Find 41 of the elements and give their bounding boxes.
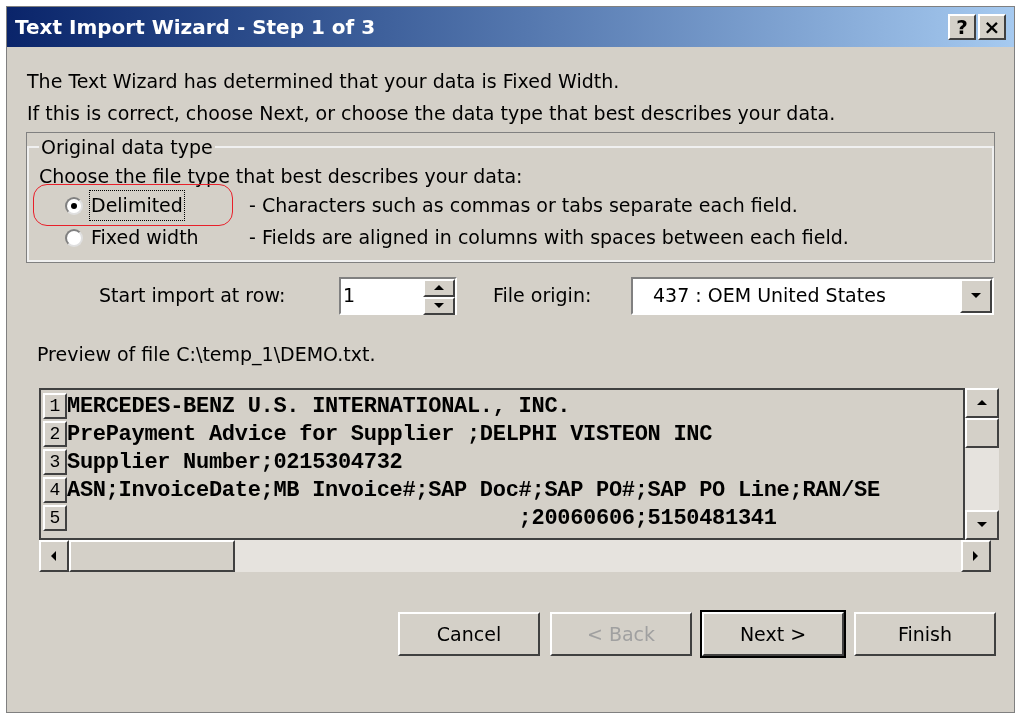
vertical-scrollbar[interactable]	[965, 388, 999, 540]
dialog-button[interactable]: Finish	[854, 612, 996, 656]
preview-line: ASN;InvoiceDate;MB Invoice#;SAP Doc#;SAP PO#;SAP PO Line;RAN/SE	[67, 476, 880, 505]
option-description: - Fields are aligned in columns with spaces between each field.	[248, 225, 849, 251]
preview-line: MERCEDES-BENZ U.S. INTERNATIONAL., INC.	[67, 392, 571, 421]
preview-label: Preview of file C:\temp_1\DEMO.txt.	[37, 341, 377, 368]
intro-text: The Text Wizard has determined that your data is Fixed Width.	[27, 69, 621, 94]
dialog-button[interactable]: Next >	[702, 612, 844, 656]
preview-line: ;20060606;5150481341	[517, 504, 777, 533]
intro-text: If this is correct, choose Next, or choose the data type that best describes your data.	[27, 101, 837, 126]
dropdown-button[interactable]	[960, 278, 992, 313]
line-number: 4	[43, 477, 67, 503]
group-legend: Original data type	[39, 133, 215, 162]
help-button[interactable]: ?	[948, 14, 976, 40]
spin-up-button[interactable]	[423, 278, 455, 297]
dialog-button[interactable]: Cancel	[398, 612, 540, 656]
radio-label[interactable]: Delimited	[89, 190, 185, 221]
scroll-left-button[interactable]	[39, 540, 69, 572]
line-number: 1	[43, 393, 67, 419]
scroll-thumb[interactable]	[69, 540, 235, 572]
file-origin-dropdown[interactable]: 437 : OEM United States	[631, 276, 994, 315]
scroll-down-button[interactable]	[965, 510, 999, 540]
scroll-right-button[interactable]	[961, 540, 991, 572]
preview-line: PrePayment Advice for Supplier ;DELPHI VISTEON INC	[67, 420, 713, 449]
start-row-spinner[interactable]: 1	[339, 276, 457, 315]
scroll-thumb[interactable]	[965, 418, 999, 448]
scroll-up-button[interactable]	[965, 388, 999, 418]
radio-button[interactable]	[65, 228, 83, 247]
radio-button[interactable]	[65, 196, 83, 215]
line-number: 3	[43, 449, 67, 475]
window-title: Text Import Wizard - Step 1 of 3	[15, 14, 376, 41]
preview-line: Supplier Number;0215304732	[67, 448, 403, 477]
prompt-text: Choose the file type that best describes your data:	[39, 163, 524, 189]
option-description: - Characters such as commas or tabs separate each field.	[248, 193, 798, 219]
radio-label[interactable]: Fixed width	[89, 222, 201, 253]
start-row-label: Start import at row:	[99, 283, 287, 309]
file-origin-label: File origin:	[493, 283, 593, 309]
line-number: 5	[43, 505, 67, 531]
close-button[interactable]: ×	[978, 14, 1006, 40]
horizontal-scrollbar[interactable]	[39, 540, 991, 572]
line-number: 2	[43, 421, 67, 447]
